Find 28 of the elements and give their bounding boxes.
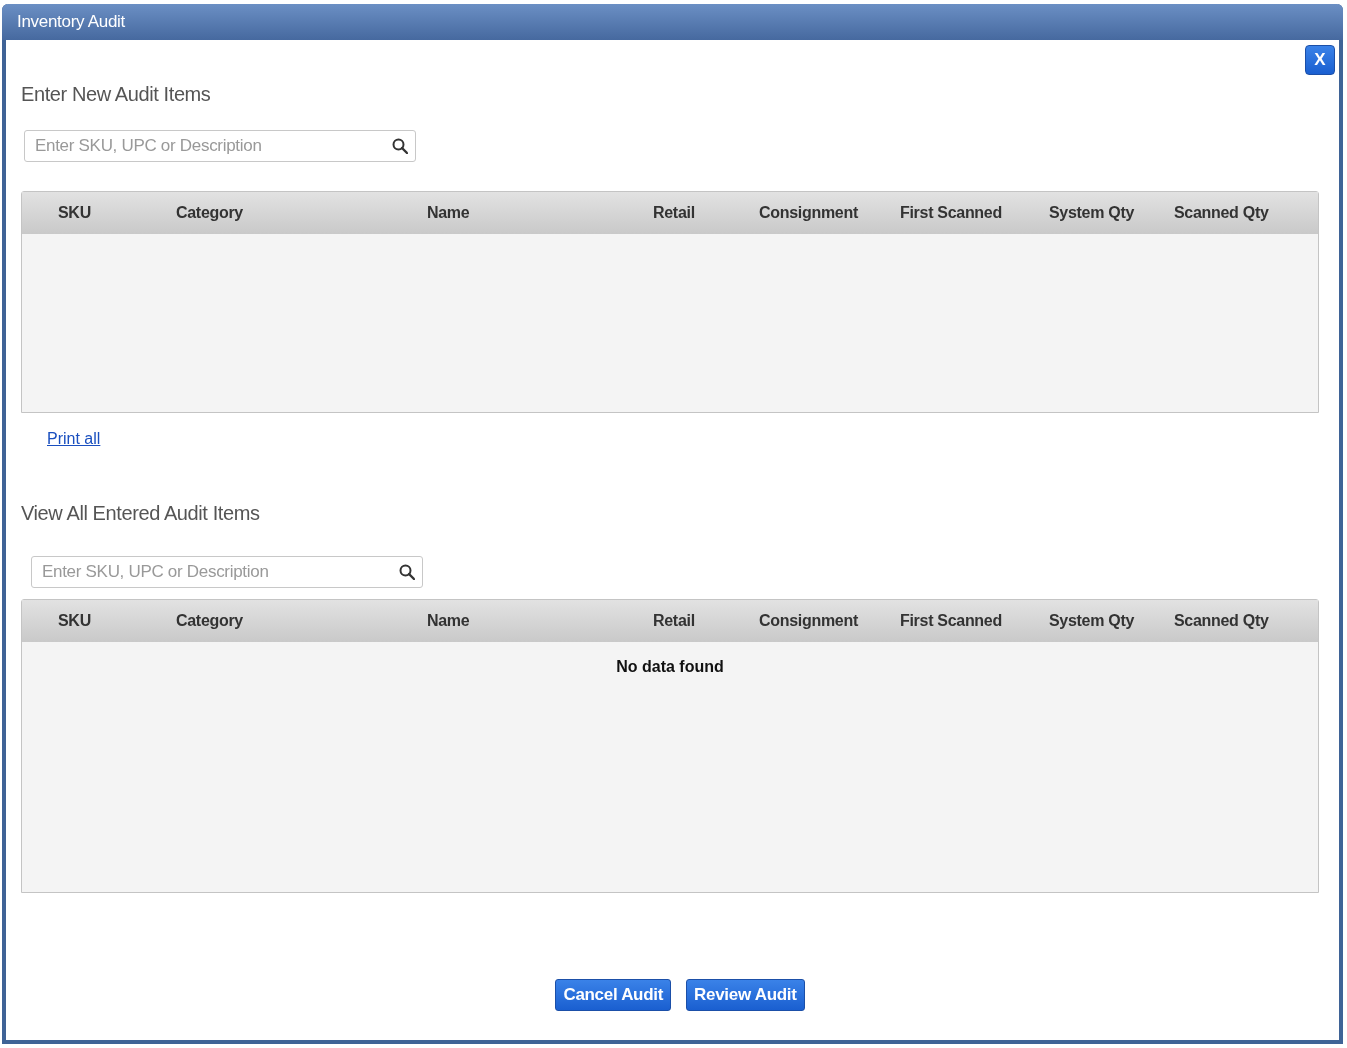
column-header: Retail: [653, 612, 696, 630]
column-header: SKU: [58, 204, 92, 222]
search-field[interactable]: Enter SKU, UPC or Description: [24, 130, 416, 162]
column-header: Category: [176, 612, 244, 630]
column-header: Scanned Qty: [1174, 612, 1269, 630]
print-all-link[interactable]: Print all: [47, 430, 101, 448]
search-icon[interactable]: [399, 564, 415, 580]
section-heading: Enter New Audit Items: [21, 83, 212, 106]
window-title: Inventory Audit: [17, 12, 125, 32]
column-header: Consignment: [759, 204, 859, 222]
search-field[interactable]: Enter SKU, UPC or Description: [31, 556, 423, 588]
column-header: Name: [427, 204, 471, 222]
column-header: System Qty: [1049, 612, 1136, 630]
column-header: SKU: [58, 612, 92, 630]
search-icon[interactable]: [392, 138, 408, 154]
column-header: Scanned Qty: [1174, 204, 1269, 222]
column-header: First Scanned: [900, 204, 1003, 222]
empty-message: No data found: [616, 658, 724, 676]
section-heading: View All Entered Audit Items: [21, 502, 261, 525]
cancel-button[interactable]: Cancel Audit: [555, 979, 672, 1011]
column-header: Name: [427, 612, 471, 630]
column-header: Category: [176, 204, 244, 222]
review-button[interactable]: Review Audit: [686, 979, 805, 1011]
column-header: Retail: [653, 204, 696, 222]
close-button[interactable]: X: [1305, 45, 1335, 75]
column-header: System Qty: [1049, 204, 1136, 222]
column-header: First Scanned: [900, 612, 1003, 630]
column-header: Consignment: [759, 612, 859, 630]
